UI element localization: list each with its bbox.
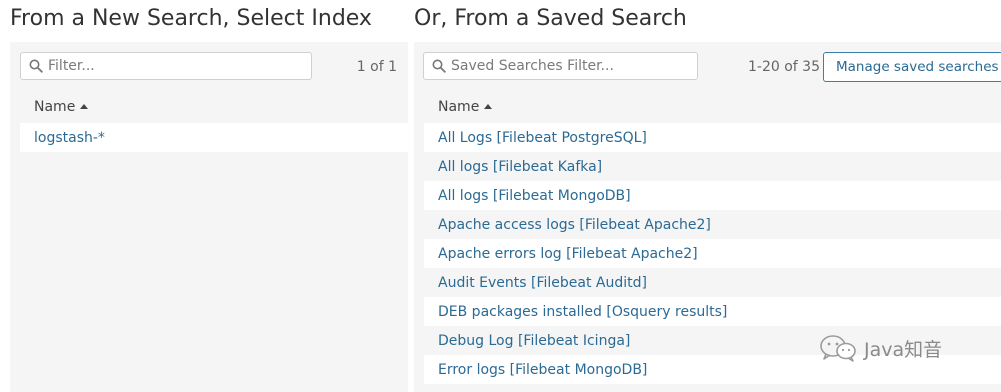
sort-ascending-icon [80,104,89,109]
saved-search-item[interactable]: Audit Events [Filebeat Auditd] [424,268,1001,297]
index-panel: 1 of 1 Name logstash-* [10,42,408,392]
saved-search-section-title: Or, From a Saved Search [414,6,687,31]
saved-search-link[interactable]: All logs [Filebeat MongoDB] [438,188,631,204]
index-link[interactable]: logstash-* [34,130,105,146]
index-section-title: From a New Search, Select Index [10,6,372,31]
saved-search-pager: 1-20 of 35 [748,59,820,75]
saved-search-link[interactable]: All Logs [Filebeat PostgreSQL] [438,130,647,146]
saved-search-link[interactable]: Audit Events [Filebeat Auditd] [438,275,647,291]
saved-search-link[interactable]: Error logs [Filebeat MongoDB] [438,362,647,378]
saved-search-link[interactable]: DEB packages installed [Osquery results] [438,304,727,320]
search-icon [27,57,45,75]
index-filter-box[interactable] [20,52,312,80]
index-name-column-header[interactable]: Name [34,99,89,115]
index-list: logstash-* [20,123,408,152]
saved-search-item[interactable]: DEB packages installed [Osquery results] [424,297,1001,326]
wechat-icon [818,333,860,363]
column-header-label: Name [34,99,76,115]
saved-search-item[interactable]: All logs [Filebeat MongoDB] [424,181,1001,210]
saved-search-filter-input[interactable] [451,58,697,74]
saved-search-item[interactable]: Apache access logs [Filebeat Apache2] [424,210,1001,239]
saved-search-item[interactable]: All Logs [Filebeat PostgreSQL] [424,123,1001,152]
saved-search-link[interactable]: Apache access logs [Filebeat Apache2] [438,217,711,233]
sort-ascending-icon [484,104,493,109]
saved-search-filter-box[interactable] [423,52,698,80]
saved-search-item[interactable]: Apache errors log [Filebeat Apache2] [424,239,1001,268]
index-pager: 1 of 1 [356,59,397,75]
watermark-text: Java知音 [864,338,943,361]
watermark: Java知音 [818,333,942,363]
saved-search-link[interactable]: Apache errors log [Filebeat Apache2] [438,246,698,262]
saved-search-link[interactable]: All logs [Filebeat Kafka] [438,159,602,175]
column-header-label: Name [438,99,480,115]
saved-search-item[interactable]: All logs [Filebeat Kafka] [424,152,1001,181]
index-filter-input[interactable] [48,58,311,74]
saved-search-link[interactable]: Debug Log [Filebeat Icinga] [438,333,630,349]
manage-saved-searches-button[interactable]: Manage saved searches [823,52,1001,82]
index-list-item[interactable]: logstash-* [20,123,408,152]
search-icon [430,57,448,75]
saved-search-name-column-header[interactable]: Name [438,99,493,115]
